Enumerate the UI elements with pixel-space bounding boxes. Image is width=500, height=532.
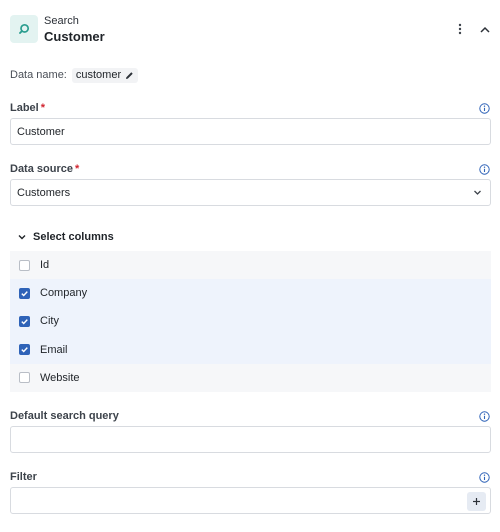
more-options-icon[interactable] (452, 20, 468, 38)
column-name: Company (40, 287, 88, 300)
select-columns-toggle[interactable]: Select columns (18, 230, 114, 244)
plus-icon (473, 498, 480, 505)
select-columns-label: Select columns (33, 231, 114, 243)
checkbox-checked[interactable] (19, 287, 30, 299)
label-info-icon[interactable] (479, 103, 490, 114)
column-row-email[interactable]: Email (10, 335, 491, 364)
column-name: Website (40, 371, 80, 384)
filter-input[interactable] (10, 487, 491, 514)
filter-info-icon[interactable] (479, 472, 490, 483)
filter-label: Filter (10, 471, 37, 483)
column-name: Email (40, 343, 68, 356)
checkbox-checked[interactable] (19, 344, 30, 356)
widget-header: Search Customer (10, 14, 494, 46)
columns-list: Id Company City Email Website (10, 251, 491, 392)
default-query-input[interactable] (10, 426, 491, 453)
chevron-down-icon (474, 190, 481, 195)
chevron-down-icon (18, 235, 26, 240)
data-name-value: customer (75, 69, 122, 81)
checkbox-checked[interactable] (19, 315, 30, 327)
collapse-chevron-up-icon[interactable] (476, 20, 494, 38)
column-row-website[interactable]: Website (10, 363, 491, 392)
data-name-row: Data name: customer (10, 67, 139, 83)
column-row-company[interactable]: Company (10, 279, 491, 308)
column-name: Id (40, 259, 50, 272)
add-filter-button[interactable] (467, 492, 486, 511)
column-name: City (40, 315, 59, 328)
search-widget-icon (10, 15, 38, 43)
column-row-city[interactable]: City (10, 307, 491, 336)
checkbox[interactable] (19, 372, 30, 384)
label-field-text: Label (10, 102, 39, 114)
data-name-chip[interactable]: customer (71, 67, 139, 83)
widget-title: Customer (44, 29, 105, 44)
data-source-select[interactable]: Customers (10, 179, 491, 206)
check-icon (21, 319, 28, 325)
data-source-value: Customers (17, 186, 71, 199)
data-source-info-icon[interactable] (479, 164, 490, 175)
data-name-label: Data name: (10, 69, 67, 81)
label-input[interactable]: Customer (10, 118, 491, 145)
checkbox[interactable] (19, 259, 30, 271)
default-query-info-icon[interactable] (479, 411, 490, 422)
required-asterisk: * (74, 163, 80, 175)
column-row-id[interactable]: Id (10, 251, 491, 280)
label-field-label: Label * (10, 102, 45, 114)
default-query-label: Default search query (10, 410, 119, 422)
required-asterisk: * (40, 102, 46, 114)
widget-type-label: Search (44, 15, 79, 27)
data-source-label: Data source * (10, 163, 79, 175)
data-source-text: Data source (10, 163, 73, 175)
label-input-value: Customer (17, 125, 65, 138)
check-icon (21, 347, 28, 353)
check-icon (21, 290, 28, 297)
edit-pencil-icon[interactable] (125, 71, 134, 80)
